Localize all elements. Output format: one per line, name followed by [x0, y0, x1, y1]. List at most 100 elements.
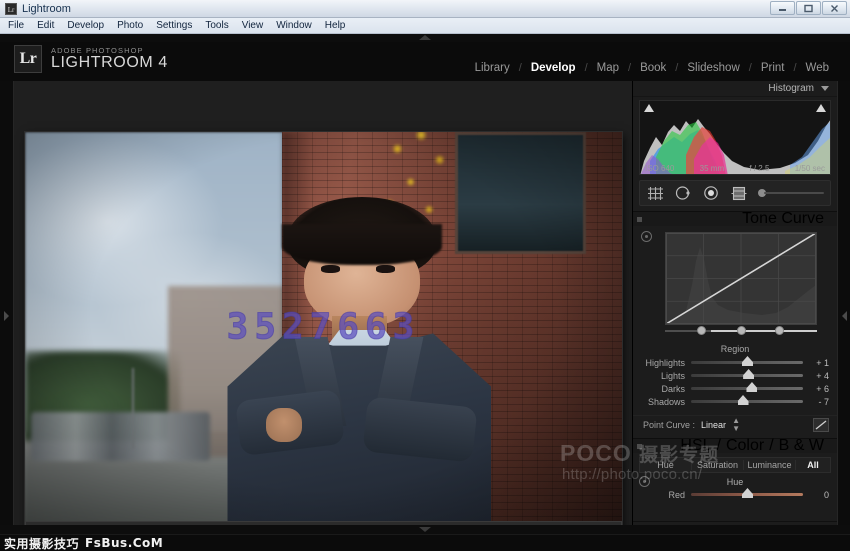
highlight-splitter-handle[interactable] [775, 326, 784, 335]
slider-row-darks[interactable]: Darks + 6 [633, 382, 837, 395]
slider-label-darks: Darks [637, 384, 691, 394]
slider-value-shadows: - 7 [803, 397, 829, 407]
tool-amount-slider[interactable] [758, 188, 824, 198]
slider-row-highlights[interactable]: Highlights + 1 [633, 356, 837, 369]
midtone-splitter-handle[interactable] [737, 326, 746, 335]
top-panel-collapse-strip[interactable] [0, 34, 850, 42]
point-curve-row: Point Curve : Linear ▲▼ [633, 415, 837, 433]
status-watermark-cn: 实用摄影技巧 [0, 535, 79, 551]
module-print[interactable]: Print [752, 62, 794, 74]
right-panel-collapse-rail[interactable] [837, 81, 850, 551]
graduated-filter-icon[interactable] [730, 185, 748, 201]
color-title[interactable]: Color [726, 437, 764, 455]
minimize-button[interactable] [770, 1, 795, 15]
hsl-separator: / [769, 437, 773, 455]
status-watermark-site: FsBus.CoM [79, 536, 163, 550]
menu-tools[interactable]: Tools [205, 20, 228, 31]
develop-tool-strip [639, 180, 831, 206]
slider-thumb-highlights[interactable] [742, 356, 753, 366]
slider-thumb-red[interactable] [742, 488, 753, 498]
slider-thumb-lights[interactable] [743, 369, 754, 379]
hsl-title[interactable]: HSL [680, 437, 711, 455]
module-develop[interactable]: Develop [522, 62, 585, 74]
tone-curve-panel-header[interactable]: Tone Curve [633, 211, 837, 226]
tab-all[interactable]: All [796, 460, 830, 470]
photo-preview[interactable]: 3527663 [25, 132, 622, 538]
exif-aperture: f / 2.5 [749, 164, 769, 173]
slider-track-lights[interactable] [691, 374, 803, 377]
content-area: 3527663 YY Hi [0, 81, 850, 551]
slider-track-highlights[interactable] [691, 361, 803, 364]
chevron-left-icon [842, 311, 847, 321]
shadow-splitter-handle[interactable] [697, 326, 706, 335]
menu-photo[interactable]: Photo [117, 20, 143, 31]
module-slideshow[interactable]: Slideshow [678, 62, 748, 74]
slider-row-lights[interactable]: Lights + 4 [633, 369, 837, 382]
status-bar: 实用摄影技巧 FsBus.CoM [0, 534, 850, 551]
crop-overlay-icon[interactable] [646, 185, 664, 201]
slider-track-darks[interactable] [691, 387, 803, 390]
menu-file[interactable]: File [8, 20, 24, 31]
menu-edit[interactable]: Edit [37, 20, 54, 31]
highlight-clipping-indicator-icon[interactable] [816, 104, 826, 112]
product-wordmark: ADOBE PHOTOSHOP LIGHTROOM 4 [51, 45, 168, 72]
slider-row-shadows[interactable]: Shadows - 7 [633, 395, 837, 408]
slider-value-red: 0 [803, 490, 829, 500]
histogram-panel-header[interactable]: Histogram [633, 81, 837, 97]
slider-track-red[interactable] [691, 493, 803, 496]
targeted-adjustment-tool-icon[interactable] [641, 231, 652, 242]
targeted-adjustment-tool-icon[interactable] [639, 476, 650, 487]
tone-curve-range-splitters[interactable] [665, 326, 817, 335]
module-map[interactable]: Map [588, 62, 628, 74]
slider-thumb-shadows[interactable] [738, 395, 749, 405]
identity-plate[interactable]: Lr ADOBE PHOTOSHOP LIGHTROOM 4 [14, 45, 168, 73]
photo-stage: 3527663 YY [14, 81, 632, 551]
chevron-down-icon [821, 86, 829, 91]
slider-label-highlights: Highlights [637, 358, 691, 368]
region-section-label: Region [633, 344, 837, 354]
slider-value-lights: + 4 [803, 371, 829, 381]
curve-edit-icon[interactable] [813, 418, 829, 432]
close-button[interactable] [822, 1, 847, 15]
menu-settings[interactable]: Settings [156, 20, 192, 31]
slider-track [764, 192, 824, 194]
histogram-graph[interactable]: ISO 640 35 mm f / 2.5 1/50 sec [639, 100, 831, 175]
window-title: Lightroom [22, 3, 71, 15]
tone-curve-graph[interactable] [665, 232, 817, 325]
hsl-subsection: Hue [633, 476, 837, 488]
bw-title[interactable]: B & W [779, 437, 824, 455]
left-panel-collapse-rail[interactable] [0, 81, 14, 551]
menu-window[interactable]: Window [276, 20, 312, 31]
exif-focal: 35 mm [700, 164, 724, 173]
panel-toggle-dot-icon[interactable] [637, 444, 642, 449]
slider-label-red: Red [637, 490, 691, 500]
hsl-tab-bar: Hue Saturation Luminance All [639, 457, 831, 473]
slider-track-shadows[interactable] [691, 400, 803, 403]
tab-luminance[interactable]: Luminance [744, 460, 796, 470]
panel-toggle-dot-icon[interactable] [637, 217, 642, 222]
menu-view[interactable]: View [242, 20, 264, 31]
tab-saturation[interactable]: Saturation [692, 460, 744, 470]
filmstrip-collapse-strip[interactable] [0, 525, 850, 534]
shadow-clipping-indicator-icon[interactable] [644, 104, 654, 112]
spot-removal-icon[interactable] [674, 185, 692, 201]
slider-thumb-darks[interactable] [746, 382, 757, 392]
menu-help[interactable]: Help [325, 20, 346, 31]
hsl-panel-header[interactable]: HSL / Color / B & W [633, 438, 837, 453]
right-panel: Histogram [632, 81, 837, 551]
slider-label-shadows: Shadows [637, 397, 691, 407]
chevron-down-icon [419, 527, 431, 532]
module-book[interactable]: Book [631, 62, 675, 74]
point-curve-stepper-icon[interactable]: ▲▼ [732, 417, 740, 433]
red-eye-icon[interactable] [702, 185, 720, 201]
slider-row-red[interactable]: Red 0 [633, 488, 837, 501]
module-library[interactable]: Library [466, 62, 519, 74]
module-web[interactable]: Web [797, 62, 838, 74]
slider-label-lights: Lights [637, 371, 691, 381]
menu-develop[interactable]: Develop [67, 20, 104, 31]
point-curve-value[interactable]: Linear [701, 420, 726, 430]
maximize-button[interactable] [796, 1, 821, 15]
histogram-panel-title: Histogram [768, 83, 814, 94]
splitter-track-light [711, 330, 817, 332]
tab-hue[interactable]: Hue [640, 460, 692, 470]
